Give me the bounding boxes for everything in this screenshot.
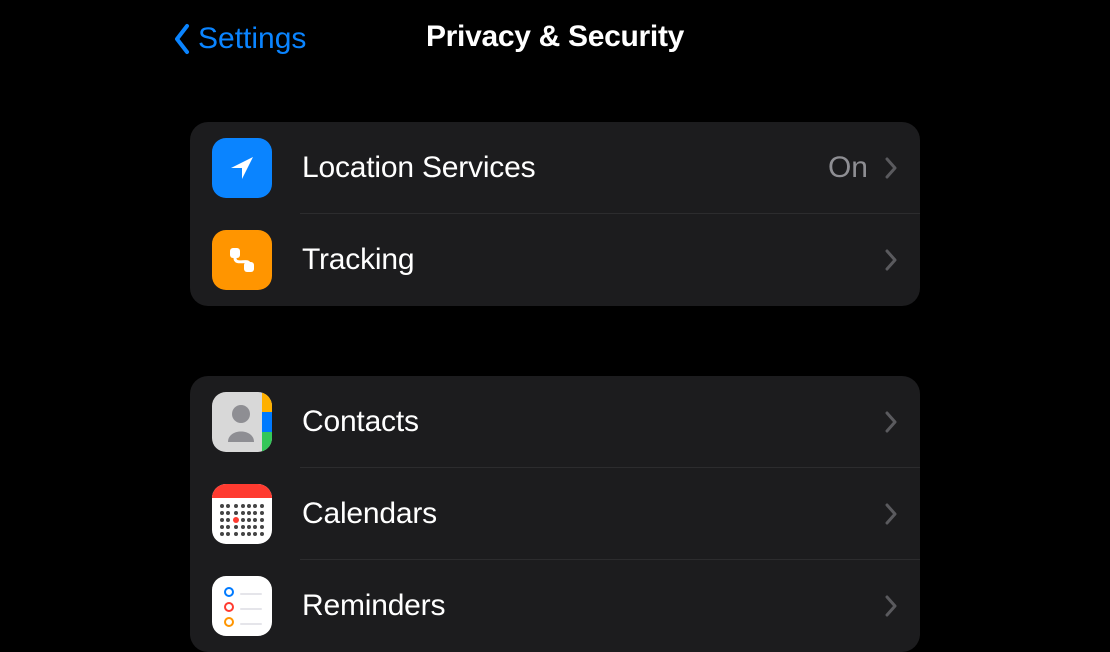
tracking-icon [212,230,272,290]
chevron-right-icon [884,502,898,526]
row-label: Reminders [302,589,884,623]
chevron-left-icon [172,23,192,55]
row-label: Location Services [302,151,828,185]
chevron-right-icon [884,410,898,434]
row-value: On [828,151,868,185]
row-label: Calendars [302,497,884,531]
chevron-right-icon [884,156,898,180]
row-calendars[interactable]: Calendars [190,468,920,560]
back-label: Settings [198,22,306,56]
row-label: Tracking [302,243,884,277]
calendar-icon [212,484,272,544]
content: Location Services On Tracking [0,122,1110,652]
settings-group-privacy: Location Services On Tracking [190,122,920,306]
row-location-services[interactable]: Location Services On [190,122,920,214]
row-tracking[interactable]: Tracking [190,214,920,306]
settings-group-data: Contacts Calendars [190,376,920,652]
chevron-right-icon [884,594,898,618]
chevron-right-icon [884,248,898,272]
page-title: Privacy & Security [426,20,684,54]
location-arrow-icon [212,138,272,198]
row-label: Contacts [302,405,884,439]
contacts-icon [212,392,272,452]
back-button[interactable]: Settings [172,22,306,56]
row-contacts[interactable]: Contacts [190,376,920,468]
header-bar: Settings Privacy & Security [0,0,1110,80]
reminders-icon [212,576,272,636]
row-reminders[interactable]: Reminders [190,560,920,652]
